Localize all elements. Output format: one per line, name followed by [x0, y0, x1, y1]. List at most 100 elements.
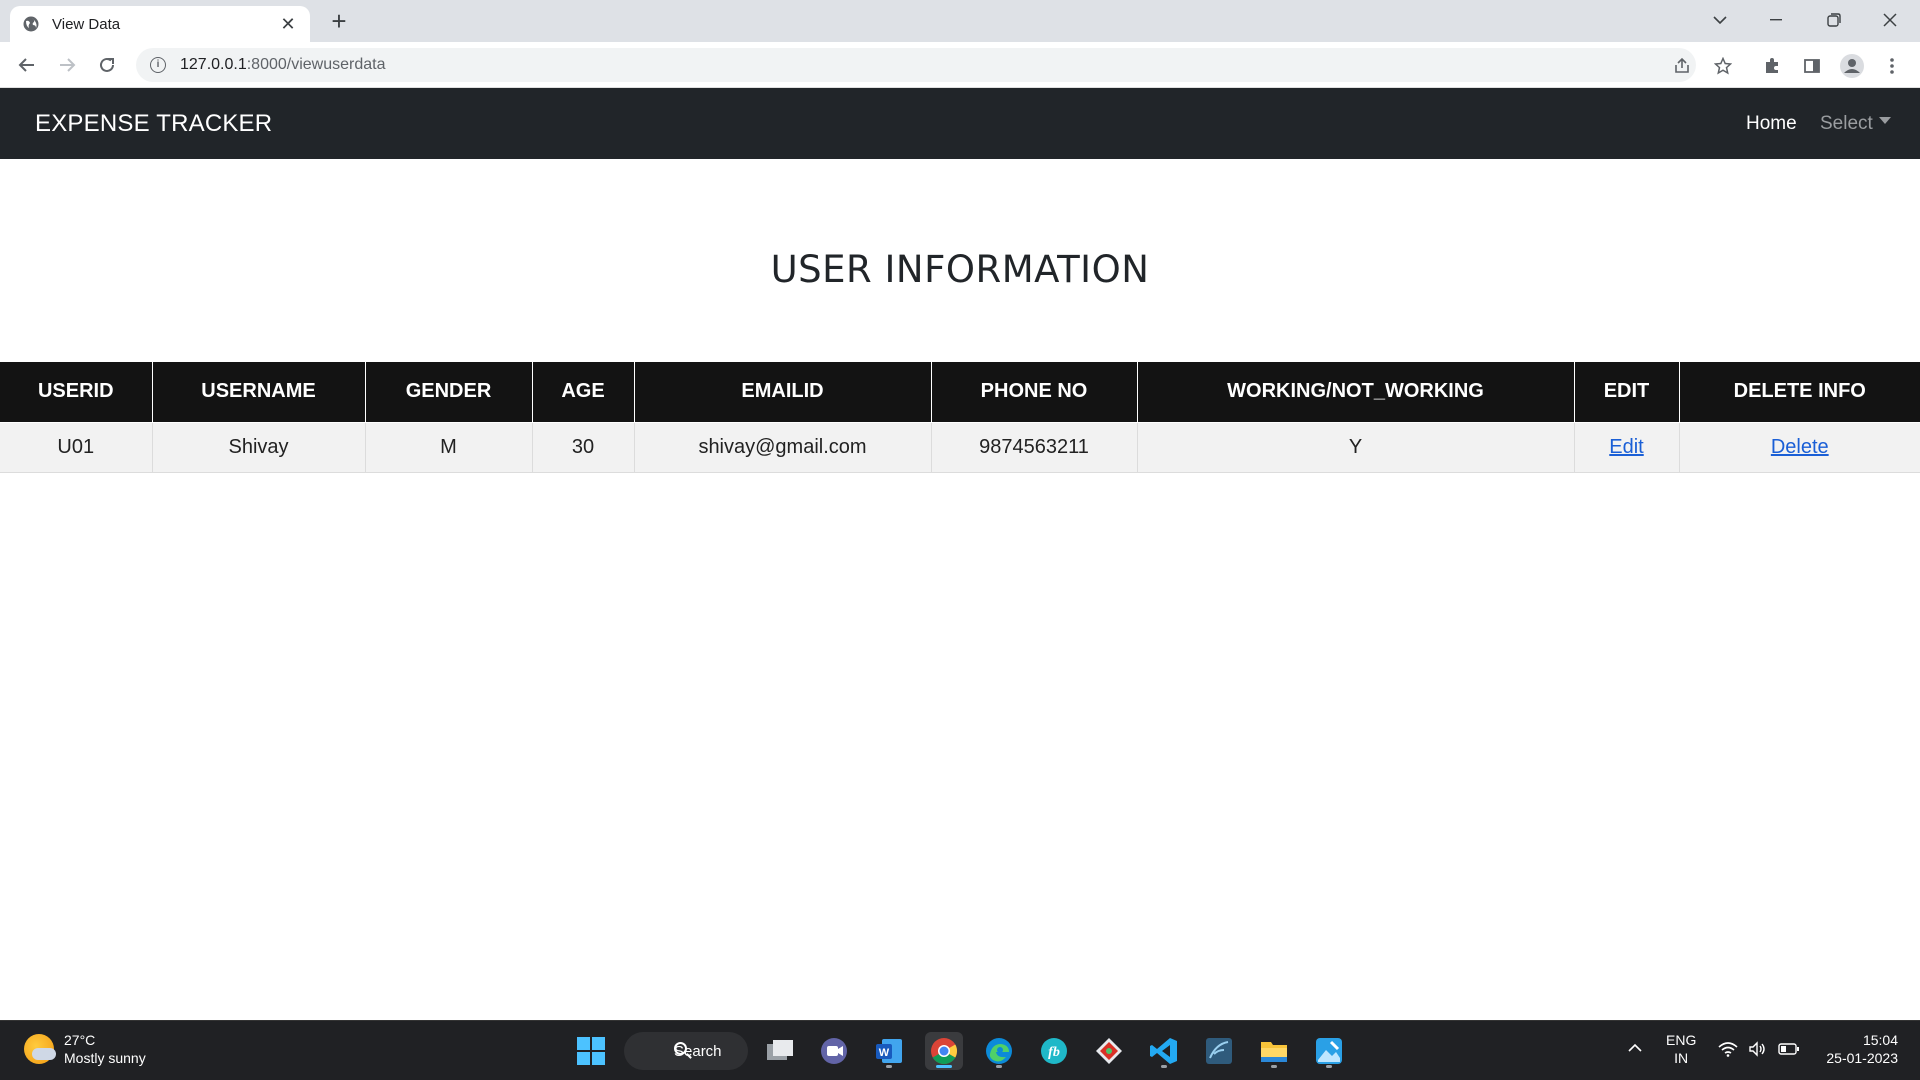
globe-icon [22, 15, 40, 33]
tab-search-icon[interactable] [1692, 4, 1748, 36]
address-bar[interactable]: i 127.0.0.1:8000/viewuserdata [136, 48, 1696, 82]
chrome-app-button[interactable] [925, 1032, 963, 1070]
edge-icon [986, 1038, 1012, 1064]
column-header-age: AGE [531, 362, 635, 423]
brand-link[interactable]: EXPENSE TRACKER [35, 110, 272, 138]
minimize-icon[interactable] [1748, 4, 1804, 36]
cell-delete: Delete [1678, 421, 1920, 473]
cell-working: Y [1136, 421, 1575, 473]
svg-text:W: W [879, 1047, 890, 1059]
photos-app-button[interactable] [1310, 1032, 1348, 1070]
close-window-icon[interactable] [1862, 4, 1918, 36]
cell-gender: M [364, 421, 533, 473]
cell-age: 30 [531, 421, 635, 473]
close-tab-icon[interactable]: ✕ [278, 14, 298, 35]
nav-select-label: Select [1820, 113, 1873, 134]
cell-username: Shivay [151, 421, 366, 473]
forward-icon[interactable] [52, 50, 82, 80]
cell-userid: U01 [0, 421, 153, 473]
bookmark-star-icon[interactable] [1711, 54, 1735, 78]
chrome-icon [931, 1038, 958, 1065]
delete-link[interactable]: Delete [1771, 436, 1829, 458]
volume-icon[interactable] [1748, 1041, 1768, 1061]
table-row: U01 Shivay M 30 shivay@gmail.com 9874563… [0, 421, 1920, 473]
language-code: ENG [1666, 1032, 1697, 1048]
taskbar-search[interactable]: Search [624, 1032, 748, 1070]
weather-condition: Mostly sunny [64, 1050, 146, 1066]
page-title: USER INFORMATION [770, 248, 1150, 291]
running-indicator [886, 1065, 892, 1068]
weather-sun-icon [24, 1034, 56, 1064]
folder-icon [1261, 1042, 1287, 1062]
task-view-button[interactable] [761, 1032, 799, 1070]
browser-toolbar: i 127.0.0.1:8000/viewuserdata [0, 42, 1920, 88]
column-header-emailid: EMAILID [633, 362, 932, 423]
fb-app-icon: fb [1041, 1038, 1067, 1064]
word-app-button[interactable]: W [870, 1032, 908, 1070]
share-icon[interactable] [1670, 54, 1694, 78]
show-hidden-icons[interactable] [1628, 1039, 1642, 1057]
tab-title: View Data [52, 15, 121, 33]
mysql-workbench-button[interactable] [1200, 1032, 1238, 1070]
column-header-username: USERNAME [151, 362, 366, 423]
running-indicator [1326, 1065, 1332, 1068]
word-icon: W [876, 1039, 902, 1063]
search-icon [674, 1042, 687, 1055]
url-host: 127.0.0.1 [180, 56, 247, 73]
clock-time: 15:04 [1862, 1032, 1898, 1048]
browser-menu-icon[interactable] [1880, 54, 1904, 78]
side-panel-icon[interactable] [1800, 54, 1824, 78]
cell-phone: 9874563211 [930, 421, 1138, 473]
wifi-icon[interactable] [1718, 1041, 1738, 1061]
cell-email: shivay@gmail.com [633, 421, 932, 473]
clock[interactable]: 15:04 25-01-2023 [1818, 1031, 1898, 1067]
url-path: :8000/viewuserdata [246, 56, 386, 73]
task-view-icon [767, 1040, 793, 1060]
edit-link[interactable]: Edit [1609, 436, 1643, 458]
nav-home-link[interactable]: Home [1746, 113, 1797, 135]
database-tool-icon [1206, 1038, 1232, 1064]
svg-text:fb: fb [1048, 1045, 1060, 1060]
language-region: IN [1674, 1050, 1689, 1066]
profile-avatar-icon[interactable] [1840, 54, 1864, 78]
browser-tab-strip: View Data ✕ + [0, 0, 1920, 42]
caret-down-icon [1878, 117, 1891, 125]
user-info-table: USERID USERNAME GENDER AGE EMAILID PHONE… [0, 362, 1920, 473]
weather-widget[interactable]: 27°C Mostly sunny [24, 1031, 146, 1067]
running-indicator [1271, 1065, 1277, 1068]
file-explorer-button[interactable] [1255, 1032, 1293, 1070]
vscode-app-button[interactable] [1145, 1032, 1183, 1070]
battery-icon[interactable] [1778, 1042, 1800, 1060]
photos-icon [1316, 1038, 1342, 1064]
column-header-delete: DELETE INFO [1678, 362, 1920, 423]
weather-temperature: 27°C [64, 1032, 96, 1048]
windows-taskbar: 27°C Mostly sunny Search W fb ENG IN 15:… [0, 1020, 1920, 1080]
site-navbar: EXPENSE TRACKER Home Select [0, 88, 1920, 159]
start-button[interactable] [572, 1032, 610, 1070]
vscode-icon [1150, 1038, 1177, 1064]
edge-app-button[interactable] [980, 1032, 1018, 1070]
back-icon[interactable] [12, 50, 42, 80]
chat-icon [821, 1038, 847, 1064]
windows-logo-icon [577, 1037, 605, 1065]
column-header-working: WORKING/NOT_WORKING [1136, 362, 1575, 423]
reload-icon[interactable] [92, 50, 122, 80]
teams-chat-button[interactable] [815, 1032, 853, 1070]
clock-date: 25-01-2023 [1826, 1050, 1898, 1066]
restore-icon[interactable] [1806, 4, 1862, 36]
new-tab-button[interactable]: + [325, 8, 353, 36]
fb-app-button[interactable]: fb [1035, 1032, 1073, 1070]
site-info-icon[interactable]: i [150, 57, 166, 73]
git-diamond-icon [1096, 1038, 1122, 1064]
git-tool-button[interactable] [1090, 1032, 1128, 1070]
cell-edit: Edit [1573, 421, 1680, 473]
table-header-row: USERID USERNAME GENDER AGE EMAILID PHONE… [0, 362, 1920, 423]
running-indicator [1161, 1065, 1167, 1068]
column-header-phone: PHONE NO [930, 362, 1138, 423]
extensions-icon[interactable] [1760, 54, 1784, 78]
nav-select-dropdown[interactable]: Select [1820, 113, 1891, 135]
column-header-gender: GENDER [364, 362, 533, 423]
language-indicator[interactable]: ENG IN [1666, 1031, 1696, 1067]
running-indicator [996, 1065, 1002, 1068]
browser-tab[interactable]: View Data ✕ [10, 6, 310, 42]
